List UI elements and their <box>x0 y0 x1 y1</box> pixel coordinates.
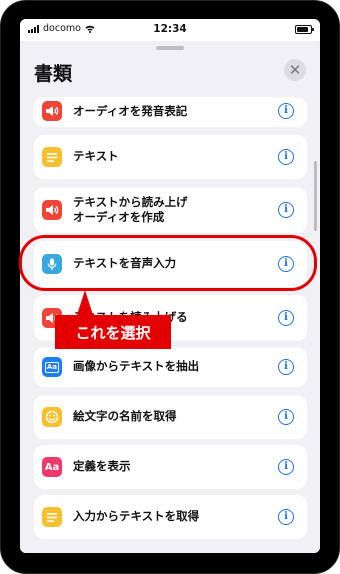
info-icon[interactable]: i <box>278 409 294 425</box>
list-item-text[interactable]: テキスト i <box>34 135 307 179</box>
info-glyph: i <box>284 312 288 323</box>
action-sheet: 書類 ✕ オーディオを発音表記 i テキスト i テキストから読み上げ オーディ… <box>20 41 320 553</box>
close-button[interactable]: ✕ <box>284 59 306 81</box>
speaker-wave-icon <box>42 200 62 220</box>
callout-arrow <box>76 290 94 318</box>
list-item-make-spoken-audio[interactable]: テキストから読み上げ オーディオを作成 i <box>34 187 307 233</box>
info-icon[interactable]: i <box>278 202 294 218</box>
scrollbar[interactable] <box>314 161 317 231</box>
list-item-label: 入力からテキストを取得 <box>73 509 200 523</box>
dictionary-glyph: Aa <box>44 461 60 473</box>
info-icon[interactable]: i <box>278 359 294 375</box>
info-glyph: i <box>284 461 288 472</box>
sheet-title: 書類 <box>34 63 73 85</box>
info-glyph: i <box>284 151 288 162</box>
note-lines-icon <box>42 147 62 167</box>
list-item-label: 絵文字の名前を取得 <box>73 409 177 423</box>
list-item-label: 画像からテキストを抽出 <box>73 359 200 373</box>
list-item-label: 定義を表示 <box>73 459 131 473</box>
speaker-wave-icon <box>42 101 62 121</box>
list-item-emoji-name[interactable]: 絵文字の名前を取得 i <box>34 395 307 439</box>
smiley-icon <box>42 407 62 427</box>
info-glyph: i <box>284 511 288 522</box>
highlight-ring <box>19 235 317 291</box>
status-time: 12:34 <box>153 23 187 35</box>
info-glyph: i <box>284 105 288 116</box>
info-glyph: i <box>284 204 288 215</box>
list-item-pronunciation[interactable]: オーディオを発音表記 i <box>34 97 307 127</box>
info-icon[interactable]: i <box>278 459 294 475</box>
close-icon: ✕ <box>288 60 302 79</box>
list-item-label: オーディオを発音表記 <box>73 104 188 118</box>
list-item-label: テキスト <box>73 149 119 163</box>
info-icon[interactable]: i <box>278 103 294 119</box>
dictionary-icon: Aa <box>42 457 62 477</box>
image-text-glyph: Aa <box>44 361 60 373</box>
battery-icon <box>295 25 314 34</box>
list-item-label: テキストから読み上げ オーディオを作成 <box>73 195 188 224</box>
info-icon[interactable]: i <box>278 509 294 525</box>
list-item-show-definition[interactable]: Aa 定義を表示 i <box>34 445 307 489</box>
sheet-grabber[interactable] <box>156 46 184 50</box>
info-icon[interactable]: i <box>278 149 294 165</box>
note-lines-icon <box>42 507 62 527</box>
status-bar: docomo 12:34 <box>20 19 320 41</box>
list-item-extract-text[interactable]: Aa 画像からテキストを抽出 i <box>34 347 307 387</box>
callout-label: これを選択 <box>55 315 171 349</box>
info-glyph: i <box>284 411 288 422</box>
info-glyph: i <box>284 361 288 372</box>
info-icon[interactable]: i <box>278 310 294 326</box>
image-text-icon: Aa <box>42 357 62 377</box>
list-item-get-text-from-input[interactable]: 入力からテキストを取得 i <box>34 495 307 539</box>
